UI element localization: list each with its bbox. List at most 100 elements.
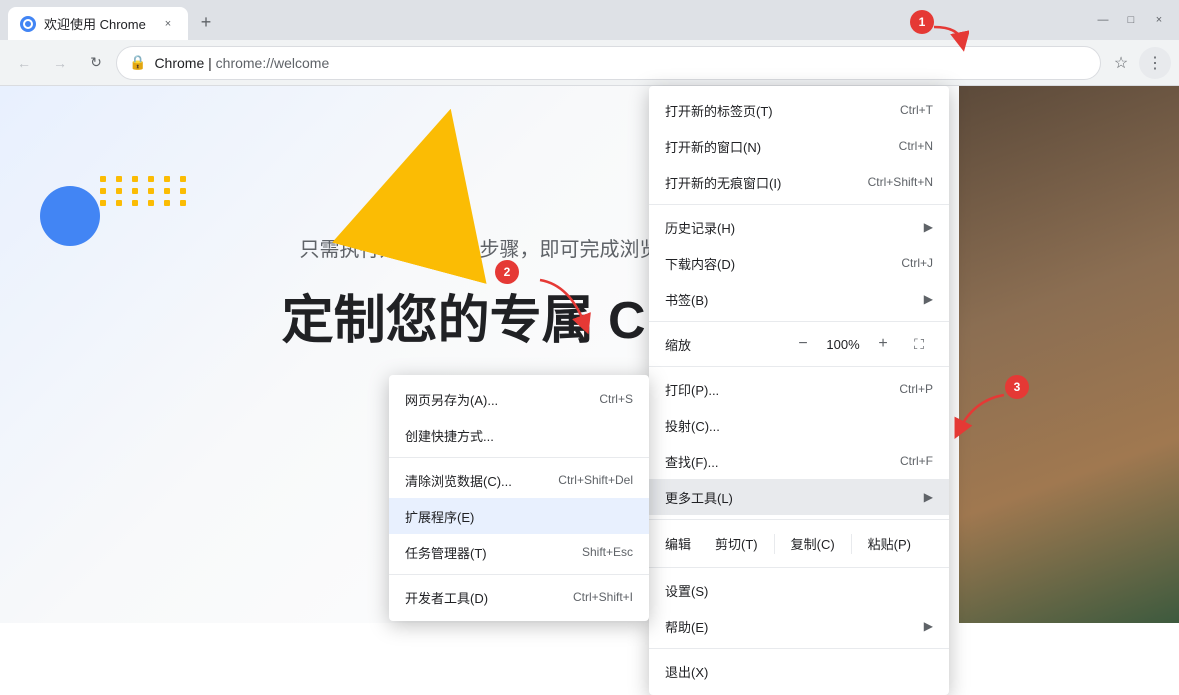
page-right-inner	[959, 86, 1179, 623]
menu-item-more-tools[interactable]: 更多工具(L) ▶	[649, 479, 949, 515]
menu-item-help[interactable]: 帮助(E) ▶	[649, 608, 949, 644]
menu-item-new-tab[interactable]: 打开新的标签页(T) Ctrl+T	[649, 92, 949, 128]
submenu-item-devtools[interactable]: 开发者工具(D) Ctrl+Shift+I	[389, 579, 649, 615]
menu-item-label: 打开新的标签页(T)	[665, 101, 892, 120]
annotation-2: 2	[495, 260, 519, 284]
menu-separator	[649, 366, 949, 367]
submenu-separator	[389, 457, 649, 458]
navbar: ← → ↻ 🔒 Chrome | chrome://welcome ☆ ⋮	[0, 40, 1179, 86]
menu-item-find[interactable]: 查找(F)... Ctrl+F	[649, 443, 949, 479]
menu-item-label: 打印(P)...	[665, 380, 891, 399]
zoom-label: 缩放	[665, 335, 781, 354]
toolbar-actions: ☆ ⋮	[1105, 47, 1171, 79]
menu-item-bookmarks[interactable]: 书签(B) ▶	[649, 281, 949, 317]
menu-separator	[649, 204, 949, 205]
zoom-out-button[interactable]: −	[789, 330, 817, 358]
more-tools-submenu-box: 网页另存为(A)... Ctrl+S 创建快捷方式... 清除浏览数据(C)..…	[389, 375, 649, 621]
submenu-item-task-manager[interactable]: 任务管理器(T) Shift+Esc	[389, 534, 649, 570]
menu-item-label: 打开新的窗口(N)	[665, 137, 891, 156]
new-tab-button[interactable]: +	[192, 8, 220, 36]
zoom-fullscreen-button[interactable]: ⛶	[905, 330, 933, 358]
bookmark-button[interactable]: ☆	[1105, 47, 1137, 79]
submenu-arrow-icon: ▶	[924, 220, 933, 234]
cut-button[interactable]: 剪切(T)	[703, 528, 770, 559]
edit-separator	[851, 534, 852, 554]
zoom-controls: − 100% +	[789, 330, 897, 358]
menu-item-label: 历史记录(H)	[665, 218, 916, 237]
zoom-in-button[interactable]: +	[869, 330, 897, 358]
menu-item-label: 设置(S)	[665, 581, 933, 600]
close-button[interactable]: ×	[1147, 8, 1171, 32]
submenu-item-label: 清除浏览数据(C)...	[405, 471, 558, 490]
menu-item-history[interactable]: 历史记录(H) ▶	[649, 209, 949, 245]
menu-item-label: 查找(F)...	[665, 452, 892, 471]
submenu-arrow-icon: ▶	[924, 490, 933, 504]
tab-close-button[interactable]: ×	[160, 16, 176, 32]
submenu-item-label: 网页另存为(A)...	[405, 390, 599, 409]
menu-separator	[649, 519, 949, 520]
edit-row: 编辑 剪切(T) 复制(C) 粘贴(P)	[649, 524, 949, 563]
menu-item-incognito[interactable]: 打开新的无痕窗口(I) Ctrl+Shift+N	[649, 164, 949, 200]
submenu-item-label: 扩展程序(E)	[405, 507, 633, 526]
title-bar: 欢迎使用 Chrome × + — □ ×	[0, 0, 1179, 40]
menu-item-shortcut: Ctrl+T	[900, 103, 933, 117]
arrow-1-icon	[929, 22, 969, 52]
submenu-item-create-shortcut[interactable]: 创建快捷方式...	[389, 417, 649, 453]
tab-favicon-inner	[23, 19, 33, 29]
menu-separator	[649, 321, 949, 322]
menu-separator	[649, 567, 949, 568]
minimize-button[interactable]: —	[1091, 8, 1115, 32]
menu-item-label: 打开新的无痕窗口(I)	[665, 173, 860, 192]
menu-item-shortcut: Ctrl+Shift+N	[868, 175, 933, 189]
arrow-2-icon	[520, 275, 600, 335]
menu-item-print[interactable]: 打印(P)... Ctrl+P	[649, 371, 949, 407]
menu-item-cast[interactable]: 投射(C)...	[649, 407, 949, 443]
submenu-item-save-page[interactable]: 网页另存为(A)... Ctrl+S	[389, 381, 649, 417]
menu-item-shortcut: Ctrl+J	[901, 256, 933, 270]
submenu-item-shortcut: Shift+Esc	[582, 545, 633, 559]
chrome-menu-button[interactable]: ⋮	[1139, 47, 1171, 79]
address-domain: Chrome	[154, 55, 204, 71]
menu-item-shortcut: Ctrl+F	[900, 454, 933, 468]
menu-item-label: 书签(B)	[665, 290, 916, 309]
address-separator: |	[204, 55, 215, 71]
reload-button[interactable]: ↻	[80, 47, 112, 79]
menu-item-label: 下载内容(D)	[665, 254, 893, 273]
submenu-item-label: 任务管理器(T)	[405, 543, 582, 562]
submenu-arrow-icon: ▶	[924, 292, 933, 306]
menu-item-shortcut: Ctrl+N	[899, 139, 933, 153]
menu-item-settings[interactable]: 设置(S)	[649, 572, 949, 608]
tab-favicon	[20, 16, 36, 32]
dropdown-menu: 打开新的标签页(T) Ctrl+T 打开新的窗口(N) Ctrl+N 打开新的无…	[649, 86, 949, 695]
menu-item-shortcut: Ctrl+P	[899, 382, 933, 396]
active-tab[interactable]: 欢迎使用 Chrome ×	[8, 7, 188, 40]
menu-item-label: 更多工具(L)	[665, 488, 916, 507]
arrow-3-icon	[944, 390, 1024, 440]
address-path: chrome://welcome	[216, 55, 330, 71]
page-title: 定制您的专属 Ch	[282, 278, 678, 353]
submenu-item-shortcut: Ctrl+S	[599, 392, 633, 406]
restore-button[interactable]: □	[1119, 8, 1143, 32]
zoom-row: 缩放 − 100% + ⛶	[649, 326, 949, 362]
submenu-item-extensions[interactable]: 扩展程序(E)	[389, 498, 649, 534]
submenu-item-shortcut: Ctrl+Shift+Del	[558, 473, 633, 487]
menu-item-new-window[interactable]: 打开新的窗口(N) Ctrl+N	[649, 128, 949, 164]
submenu-item-label: 创建快捷方式...	[405, 426, 633, 445]
paste-button[interactable]: 粘贴(P)	[856, 528, 923, 559]
menu-item-exit[interactable]: 退出(X)	[649, 653, 949, 689]
deco-circle	[40, 186, 100, 246]
more-tools-submenu: 网页另存为(A)... Ctrl+S 创建快捷方式... 清除浏览数据(C)..…	[389, 375, 649, 621]
zoom-value: 100%	[825, 337, 861, 352]
menu-item-label: 退出(X)	[665, 662, 933, 681]
menu-item-downloads[interactable]: 下载内容(D) Ctrl+J	[649, 245, 949, 281]
page-right-image	[959, 86, 1179, 623]
back-button[interactable]: ←	[8, 47, 40, 79]
deco-dots	[100, 176, 190, 206]
submenu-item-label: 开发者工具(D)	[405, 588, 573, 607]
address-text: Chrome | chrome://welcome	[154, 55, 1088, 71]
menu-separator	[649, 648, 949, 649]
submenu-item-clear-data[interactable]: 清除浏览数据(C)... Ctrl+Shift+Del	[389, 462, 649, 498]
copy-button[interactable]: 复制(C)	[779, 528, 847, 559]
forward-button[interactable]: →	[44, 47, 76, 79]
tab-title: 欢迎使用 Chrome	[44, 14, 152, 33]
